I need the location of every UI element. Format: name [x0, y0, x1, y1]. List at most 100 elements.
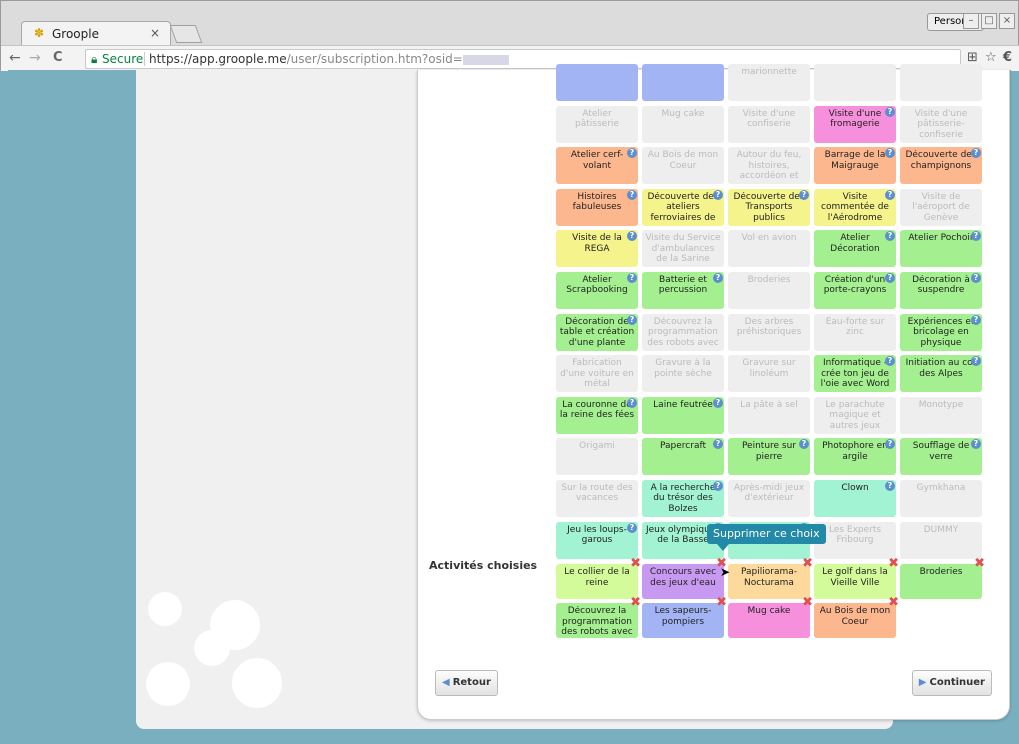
info-icon[interactable]: ?: [971, 356, 981, 367]
activity-tile[interactable]: Photophore en argile?: [814, 438, 896, 476]
activity-tile[interactable]: [556, 64, 638, 101]
activity-tile[interactable]: Création d'un porte-crayons?: [814, 271, 896, 309]
close-window-icon[interactable]: ×: [999, 13, 1015, 29]
activity-tile[interactable]: Histoires fabuleuses?: [556, 188, 638, 226]
info-icon[interactable]: ?: [885, 356, 895, 367]
info-icon[interactable]: ?: [799, 189, 809, 200]
activity-tile[interactable]: Broderies: [728, 271, 810, 309]
forward-icon[interactable]: →: [29, 50, 41, 66]
remove-choice-icon[interactable]: ✖: [630, 596, 641, 609]
activity-tile[interactable]: Peinture sur pierre?: [728, 438, 810, 476]
activity-tile[interactable]: Visite d'une confiserie: [728, 105, 810, 143]
chosen-activity-tile[interactable]: Mug cake ✖: [728, 596, 813, 638]
activity-tile[interactable]: Papercraft?: [642, 438, 724, 476]
chosen-activity-tile[interactable]: Découvrez la programmation des robots av…: [556, 596, 641, 638]
info-icon[interactable]: ?: [885, 480, 895, 491]
new-tab-button[interactable]: [169, 25, 203, 43]
activity-tile[interactable]: Visite de la REGA?: [556, 230, 638, 268]
info-icon[interactable]: ?: [713, 439, 723, 450]
info-icon[interactable]: ?: [713, 397, 723, 408]
chosen-activity-tile[interactable]: Papiliorama-Nocturama ✖: [728, 557, 813, 599]
extension-icon[interactable]: €: [1003, 50, 1012, 65]
back-icon[interactable]: ←: [9, 50, 21, 66]
activity-tile[interactable]: La pâte à sel: [728, 396, 810, 434]
activity-tile[interactable]: Découverte des Transports publics fribou…: [728, 188, 810, 226]
activity-tile[interactable]: Jeu les loups-garous?: [556, 521, 638, 559]
activity-tile[interactable]: Le parachute magique et autres jeux: [814, 396, 896, 434]
chosen-activity-tile[interactable]: Le golf dans la Vieille Ville ✖: [814, 557, 899, 599]
info-icon[interactable]: ?: [971, 439, 981, 450]
info-icon[interactable]: ?: [713, 189, 723, 200]
activity-tile[interactable]: Origami: [556, 438, 638, 476]
activity-tile[interactable]: Barrage de la Maigrauge?: [814, 147, 896, 185]
info-icon[interactable]: ?: [627, 314, 637, 325]
activity-tile[interactable]: Visite du Service d'ambulances de la Sar…: [642, 230, 724, 268]
info-icon[interactable]: ?: [627, 189, 637, 200]
activity-tile[interactable]: Atelier pâtisserie: [556, 105, 638, 143]
activity-tile[interactable]: Découverte des champignons?: [900, 147, 982, 185]
activity-tile[interactable]: Atelier Décoration?: [814, 230, 896, 268]
info-icon[interactable]: ?: [713, 272, 723, 283]
chosen-activity-tile[interactable]: Les sapeurs-pompiers ✖: [642, 596, 727, 638]
info-icon[interactable]: ?: [885, 106, 895, 117]
activity-tile[interactable]: Fabrication d'une voiture en métal: [556, 355, 638, 393]
activity-tile[interactable]: Vol en avion: [728, 230, 810, 268]
info-icon[interactable]: ?: [627, 272, 637, 283]
activity-tile[interactable]: Visite commentée de l'Aérodrome régional…: [814, 188, 896, 226]
activity-tile[interactable]: Clown?: [814, 479, 896, 517]
activity-tile[interactable]: Découvrez la programmation des robots av…: [642, 313, 724, 351]
activity-tile[interactable]: Les Experts Fribourg: [814, 521, 896, 559]
translate-icon[interactable]: ⊞: [967, 50, 978, 65]
remove-choice-icon[interactable]: ✖: [630, 557, 641, 570]
info-icon[interactable]: ?: [885, 148, 895, 159]
activity-tile[interactable]: Après-midi jeux d'extérieur: [728, 479, 810, 517]
activity-tile[interactable]: Eau-forte sur zinc: [814, 313, 896, 351]
activity-tile[interactable]: Atelier cerf-volant?: [556, 147, 638, 185]
activity-tile[interactable]: Gravure à la pointe sèche: [642, 355, 724, 393]
back-button[interactable]: ◀ Retour: [435, 670, 498, 696]
maximize-icon[interactable]: □: [981, 13, 997, 29]
activity-tile[interactable]: Soufflage de verre?: [900, 438, 982, 476]
activity-tile[interactable]: marionnette: [728, 64, 810, 101]
info-icon[interactable]: ?: [627, 397, 637, 408]
remove-choice-icon[interactable]: ✖: [716, 596, 727, 609]
info-icon[interactable]: ?: [713, 480, 723, 491]
activity-tile[interactable]: Atelier Scrapbooking?: [556, 271, 638, 309]
activity-tile[interactable]: Découverte des ateliers ferroviaires de?: [642, 188, 724, 226]
chosen-activity-tile[interactable]: Le collier de la reine ✖: [556, 557, 641, 599]
chosen-activity-tile[interactable]: Au Bois de mon Coeur ✖: [814, 596, 899, 638]
remove-choice-icon[interactable]: ✖: [802, 596, 813, 609]
info-icon[interactable]: ?: [885, 189, 895, 200]
activity-tile[interactable]: Mug cake: [642, 105, 724, 143]
bookmark-star-icon[interactable]: ☆: [985, 50, 997, 65]
remove-choice-icon[interactable]: ✖: [802, 557, 813, 570]
activity-tile[interactable]: Gymkhana: [900, 479, 982, 517]
chosen-activity-tile[interactable]: Broderies ✖: [900, 557, 985, 599]
activity-tile[interactable]: [814, 64, 896, 101]
activity-tile[interactable]: DUMMY: [900, 521, 982, 559]
activity-tile[interactable]: Gravure sur linoléum: [728, 355, 810, 393]
activity-tile[interactable]: [900, 64, 982, 101]
info-icon[interactable]: ?: [627, 522, 637, 533]
info-icon[interactable]: ?: [627, 231, 637, 242]
activity-tile[interactable]: A la recherche du trésor des Bolzes?: [642, 479, 724, 517]
activity-tile[interactable]: Sur la route des vacances: [556, 479, 638, 517]
reload-icon[interactable]: C: [53, 50, 63, 65]
info-icon[interactable]: ?: [885, 231, 895, 242]
info-icon[interactable]: ?: [971, 272, 981, 283]
remove-choice-icon[interactable]: ✖: [888, 596, 899, 609]
activity-tile[interactable]: Visite d'une fromagerie?: [814, 105, 896, 143]
remove-choice-icon[interactable]: ✖: [888, 557, 899, 570]
info-icon[interactable]: ?: [885, 272, 895, 283]
info-icon[interactable]: ?: [971, 314, 981, 325]
activity-tile[interactable]: Monotype: [900, 396, 982, 434]
activity-tile[interactable]: Batterie et percussion?: [642, 271, 724, 309]
chosen-activity-tile[interactable]: Concours avec des jeux d'eau ✖: [642, 557, 727, 599]
activity-tile[interactable]: Atelier Pochoir?: [900, 230, 982, 268]
activity-tile[interactable]: Autour du feu, histoires, accordéon et: [728, 147, 810, 185]
info-icon[interactable]: ?: [627, 148, 637, 159]
info-icon[interactable]: ?: [885, 439, 895, 450]
activity-tile[interactable]: Au Bois de mon Coeur: [642, 147, 724, 185]
remove-choice-icon[interactable]: ✖: [974, 557, 985, 570]
info-icon[interactable]: ?: [799, 439, 809, 450]
